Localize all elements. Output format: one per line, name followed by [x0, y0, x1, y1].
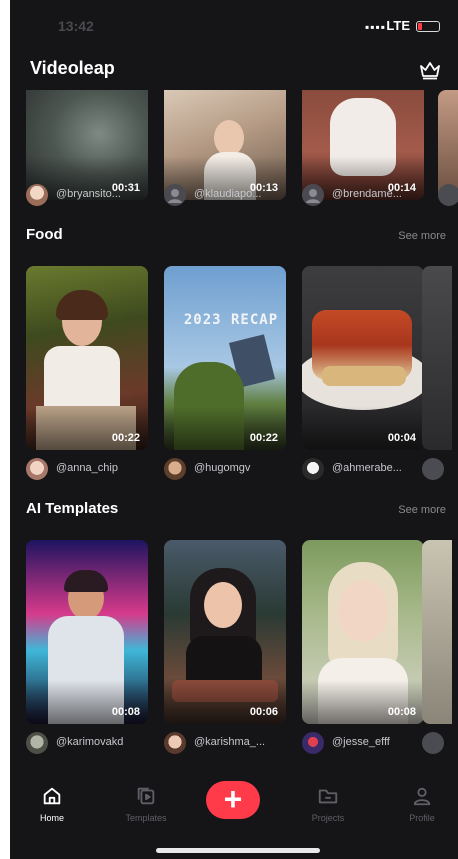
app-screen: 13:42 ▪▪▪▪ LTE Videoleap 00:31 00:13 00:… [10, 0, 458, 859]
avatar [302, 732, 324, 754]
tab-projects[interactable]: Projects [292, 785, 364, 823]
author-name: @hugomgv [194, 462, 251, 474]
author-item[interactable]: @karishma_... [164, 732, 294, 754]
duration-label: 00:06 [249, 706, 278, 718]
tab-profile[interactable]: Profile [386, 785, 458, 823]
author-item[interactable]: @bryansito... [26, 184, 156, 206]
tab-templates[interactable]: Templates [110, 785, 182, 823]
tab-home[interactable]: Home [16, 785, 88, 823]
author-name: @karishma_... [194, 736, 266, 748]
template-card[interactable]: 00:04 @ahmerabe... [302, 266, 424, 480]
tab-label: Profile [409, 813, 435, 823]
home-indicator [156, 848, 320, 853]
section-title: AI Templates [26, 500, 119, 517]
avatar [164, 458, 186, 480]
avatar [26, 458, 48, 480]
author-item[interactable]: @brendame... [302, 184, 432, 206]
home-icon [43, 787, 61, 805]
avatar [26, 732, 48, 754]
tab-label: Projects [311, 813, 345, 823]
status-bar: 13:42 ▪▪▪▪ LTE [10, 14, 458, 38]
battery-icon [416, 21, 440, 32]
network-type: LTE [386, 18, 410, 33]
author-name: @jesse_efff [332, 736, 390, 748]
template-card[interactable]: 00:14 [302, 66, 424, 200]
tab-label: Home [39, 813, 64, 823]
author-item[interactable]: @jesse_efff [302, 732, 432, 754]
status-time: 13:42 [58, 18, 94, 34]
template-row: 00:08 @karimovakd 00:06 @karishma_... 00… [26, 540, 458, 754]
template-card[interactable]: 00:13 [164, 66, 286, 200]
template-row: 00:22 @anna_chip 2023 RECAP 00:22 @hugom… [26, 266, 458, 480]
author-name: @ahmerabe... [332, 462, 402, 474]
template-card[interactable]: 00:06 @karishma_... [164, 540, 286, 754]
author-item[interactable]: @anna_chip [26, 458, 156, 480]
template-card[interactable]: 00:08 @karimovakd [26, 540, 148, 754]
avatar-placeholder-icon [302, 184, 324, 206]
author-item[interactable]: @ahmerabe... [302, 458, 432, 480]
author-name: @brendame... [332, 188, 402, 200]
thumbnail-caption: 2023 RECAP [183, 312, 279, 328]
see-more-link[interactable]: See more [398, 504, 446, 516]
duration-label: 00:22 [249, 432, 278, 444]
bottom-tab-bar: Home Templates + Projects Profile [10, 773, 458, 859]
avatar [422, 458, 444, 480]
tab-label: Templates [125, 813, 167, 823]
avatar [302, 458, 324, 480]
author-item[interactable]: @hugomgv [164, 458, 294, 480]
template-thumbnail-peek[interactable] [422, 266, 452, 450]
author-item[interactable]: @karimovakd [26, 732, 156, 754]
template-card[interactable]: 00:22 @anna_chip [26, 266, 148, 480]
plus-icon: + [223, 781, 243, 817]
template-thumbnail[interactable]: 00:08 [302, 540, 424, 724]
template-thumbnail[interactable]: 00:06 [164, 540, 286, 724]
template-card[interactable]: 2023 RECAP 00:22 @hugomgv [164, 266, 286, 480]
duration-label: 00:22 [111, 432, 140, 444]
create-button[interactable]: + [206, 781, 260, 819]
author-name: @klaudiapo... [194, 188, 262, 200]
author-name: @anna_chip [56, 462, 118, 474]
template-thumbnail[interactable]: 2023 RECAP 00:22 [164, 266, 286, 450]
avatar [422, 732, 444, 754]
template-thumbnail[interactable]: 00:04 [302, 266, 424, 450]
duration-label: 00:08 [387, 706, 416, 718]
template-thumbnail[interactable]: 00:08 [26, 540, 148, 724]
duration-label: 00:04 [387, 432, 416, 444]
author-name: @bryansito... [56, 188, 121, 200]
see-more-link[interactable]: See more [398, 230, 446, 242]
duration-label: 00:08 [111, 706, 140, 718]
avatar [164, 732, 186, 754]
template-card[interactable]: 00:08 @jesse_efff [302, 540, 424, 754]
section-title: Food [26, 226, 63, 243]
template-thumbnail[interactable]: 00:22 [26, 266, 148, 450]
person-icon [413, 787, 431, 806]
author-name: @karimovakd [56, 736, 124, 748]
templates-icon [137, 787, 155, 805]
author-item[interactable]: @klaudiapo... [164, 184, 294, 206]
avatar [438, 184, 458, 206]
avatar-placeholder-icon [164, 184, 186, 206]
avatar [26, 184, 48, 206]
template-card[interactable]: 00:31 [26, 66, 148, 200]
folder-icon [318, 789, 338, 804]
template-thumbnail-peek[interactable] [422, 540, 452, 724]
signal-icon: ▪▪▪▪ [364, 20, 386, 34]
